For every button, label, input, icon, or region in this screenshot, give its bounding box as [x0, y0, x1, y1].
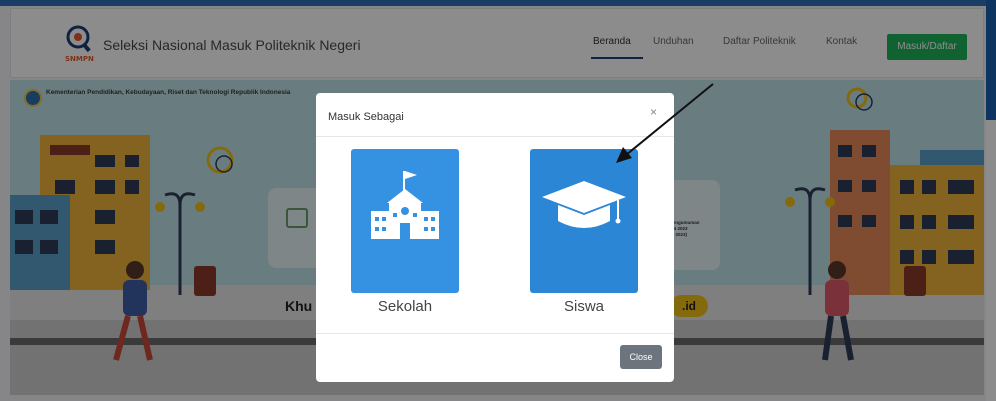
role-option-sekolah[interactable] — [351, 149, 459, 293]
modal-close-button[interactable]: Close — [620, 345, 662, 369]
modal-footer-divider — [316, 333, 674, 334]
role-label-sekolah[interactable]: Sekolah — [340, 298, 470, 315]
school-building-icon — [371, 171, 439, 239]
modal-title: Masuk Sebagai — [328, 111, 404, 123]
role-label-siswa[interactable]: Siswa — [519, 298, 649, 315]
page: SNMPN Seleksi Nasional Masuk Politeknik … — [0, 0, 996, 401]
annotation-arrow-icon — [616, 83, 714, 163]
